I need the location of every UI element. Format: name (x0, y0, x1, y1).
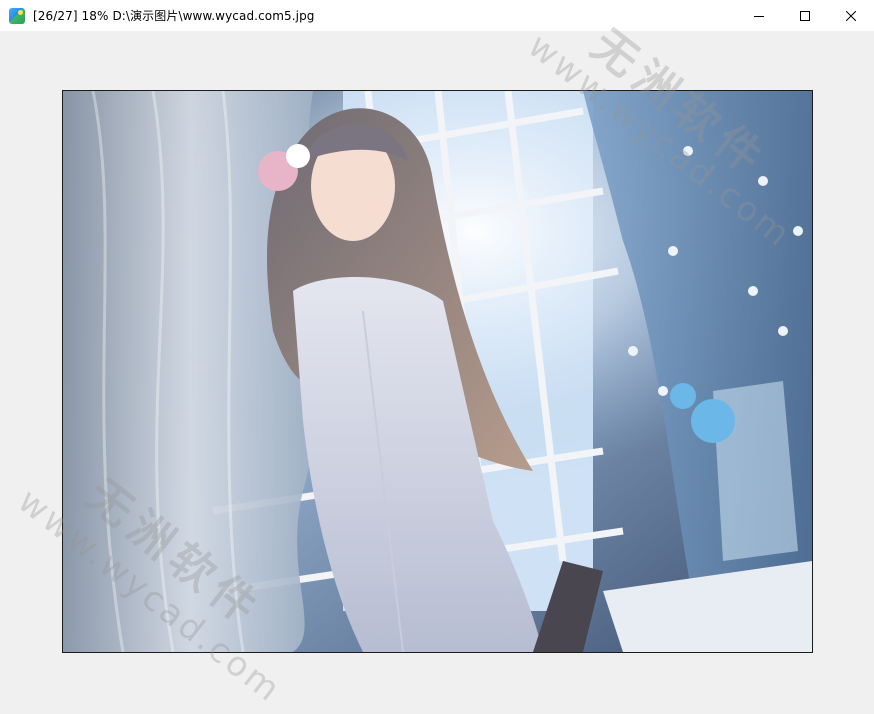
maximize-button[interactable] (782, 0, 828, 31)
displayed-photo[interactable] (62, 90, 813, 653)
maximize-icon (800, 10, 810, 21)
window-controls (736, 0, 874, 31)
window-title: [26/27] 18% D:\演示图片\www.wycad.com5.jpg (33, 9, 315, 23)
image-viewer-icon (9, 7, 25, 24)
photo-illustration (63, 91, 812, 652)
image-canvas[interactable]: 无洲软件 www.wycad.com 无洲软件 www.wycad.com (0, 20, 874, 714)
minimize-icon (754, 15, 764, 17)
close-icon (846, 10, 856, 21)
close-button[interactable] (828, 0, 874, 31)
minimize-button[interactable] (736, 0, 782, 31)
title-bar[interactable]: [26/27] 18% D:\演示图片\www.wycad.com5.jpg (0, 0, 874, 32)
